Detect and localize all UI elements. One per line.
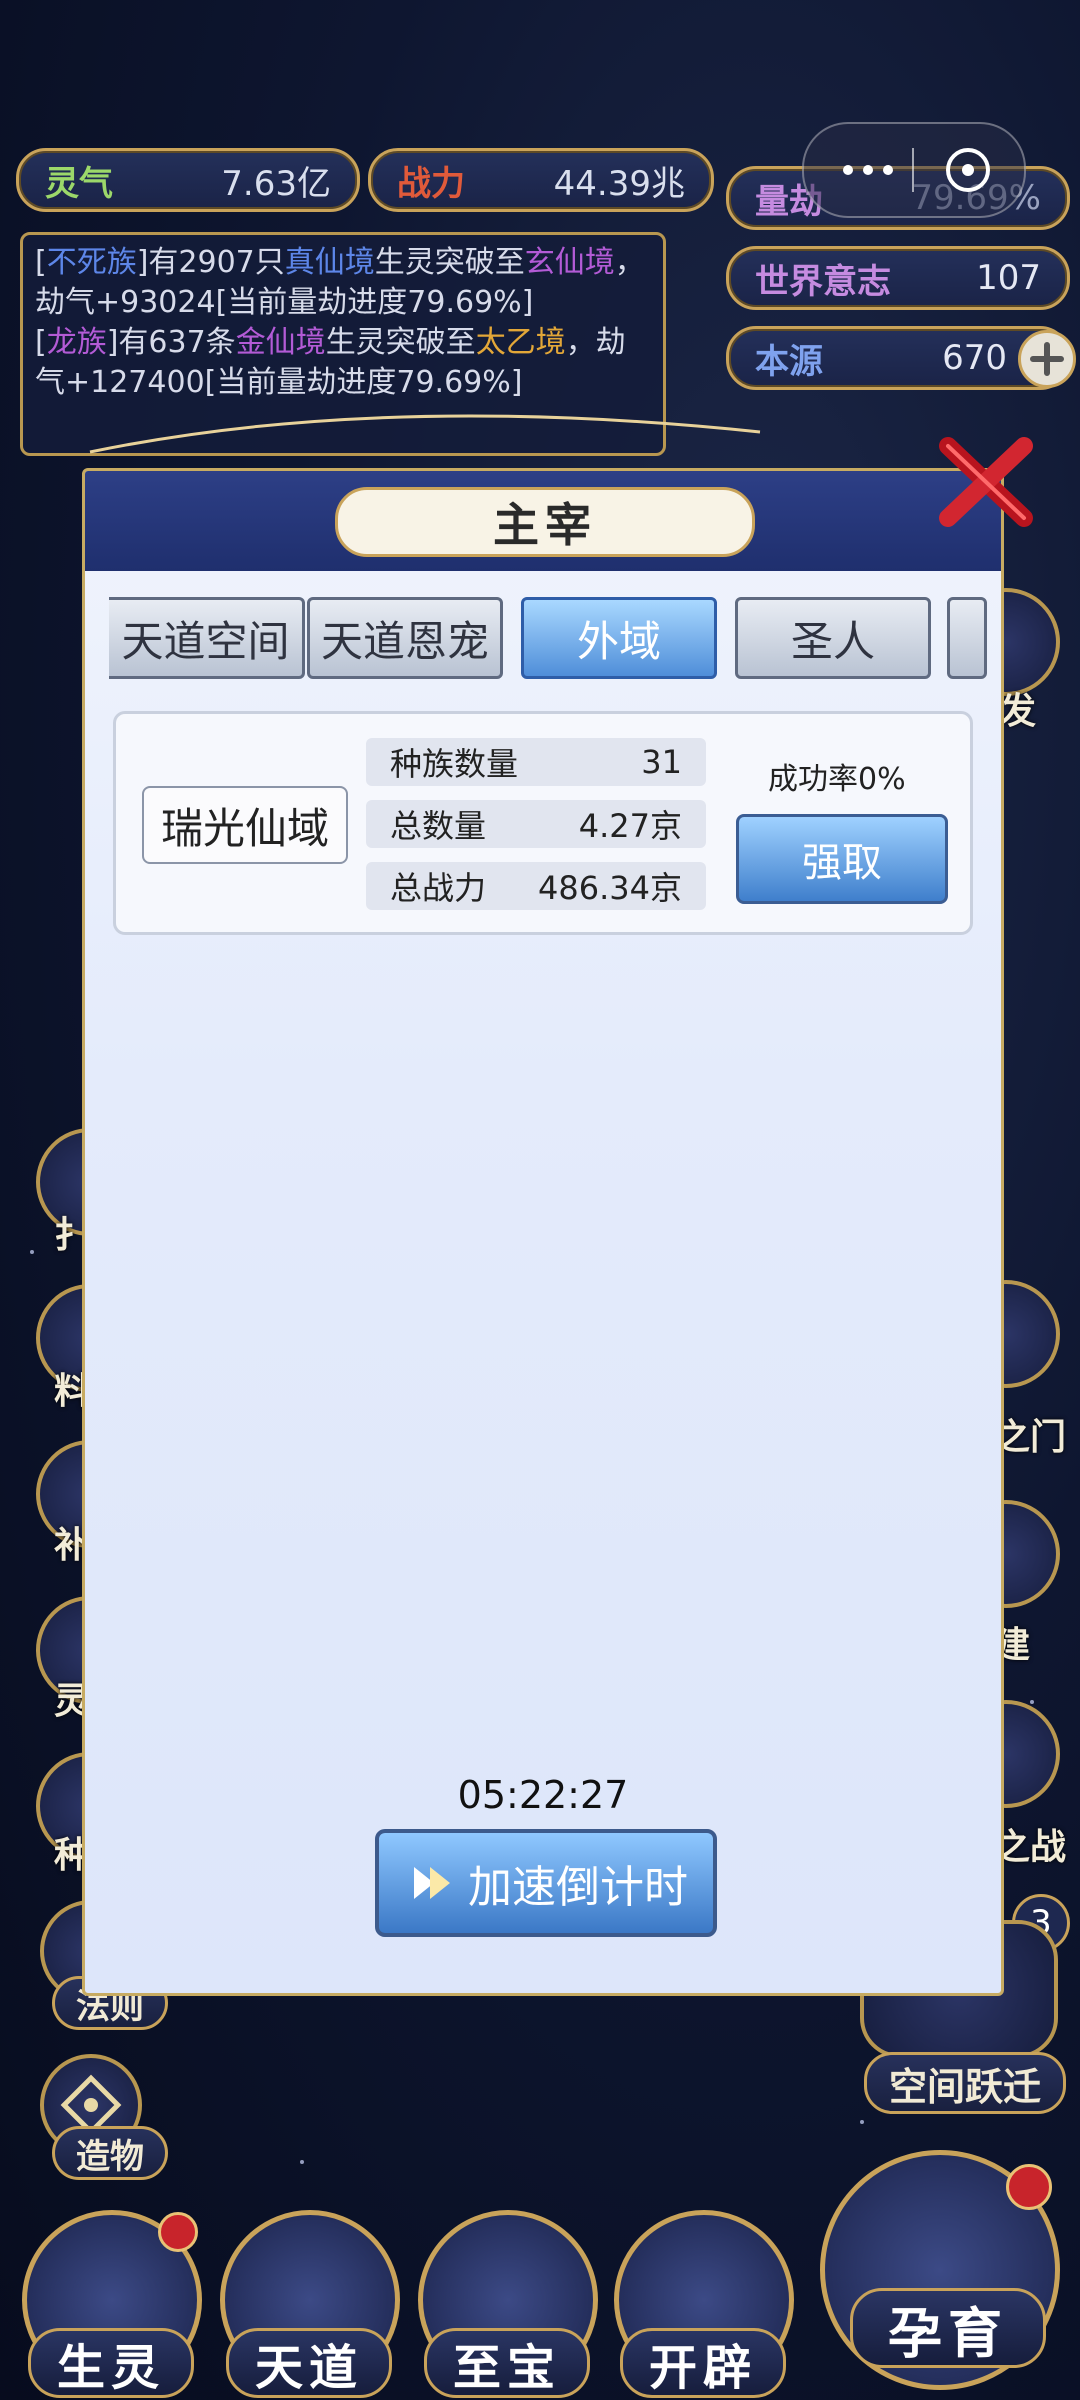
nav-yunyu-dot [1006, 2164, 1052, 2210]
close-miniapp-icon[interactable] [942, 144, 994, 196]
lingqi-bar: 灵气 7.63亿 [16, 148, 360, 212]
speed-up-button[interactable]: 加速倒计时 [375, 1829, 717, 1937]
stat-row-total-power: 总战力 486.34京 [366, 862, 706, 910]
world-will-bar: 世界意志 107 [726, 246, 1070, 310]
world-will-value: 107 [976, 258, 1041, 298]
close-icon [939, 437, 1033, 527]
log-entry-1: [不死族]有2907只真仙境生灵突破至玄仙境，劫气+93024[当前量劫进度79… [35, 245, 645, 320]
origin-value: 670 [942, 338, 1007, 378]
tab-saint[interactable]: 圣人 [735, 597, 931, 679]
tab-tiandao-grace[interactable]: 天道恩宠 [307, 597, 503, 679]
more-icon[interactable] [832, 150, 904, 190]
lingqi-label: 灵气 [45, 163, 113, 204]
region-name: 瑞光仙域 [142, 786, 348, 864]
zhanli-value: 44.39兆 [553, 163, 685, 204]
tab-outer-domain[interactable]: 外域 [521, 597, 717, 679]
miniapp-capsule [802, 122, 1026, 218]
add-origin-button[interactable] [1018, 330, 1076, 388]
lingqi-value: 7.63亿 [221, 163, 331, 204]
creation-label: 造物 [52, 2126, 168, 2180]
capsule-divider [912, 148, 914, 192]
zhanli-label: 战力 [397, 163, 465, 204]
modal-title: 主宰 [335, 487, 755, 557]
nav-shengling-dot [158, 2212, 198, 2252]
right-label-4: 之战 [994, 1827, 1067, 1868]
right-label-2: 之门 [994, 1417, 1067, 1458]
fast-forward-icon [414, 1867, 450, 1899]
zhanli-bar: 战力 44.39兆 [368, 148, 714, 212]
nav-yunyu-label: 孕育 [850, 2288, 1046, 2368]
tab-more[interactable] [947, 597, 987, 679]
domain-card: 瑞光仙域 种族数量 31 总数量 4.27京 总战力 486.34京 成功率0%… [113, 711, 973, 935]
close-modal-button[interactable] [936, 432, 1036, 532]
stat-row-total-count: 总数量 4.27京 [366, 800, 706, 848]
origin-label: 本源 [755, 341, 823, 382]
right-label-1: 发 [1000, 691, 1037, 732]
stat-row-race-count: 种族数量 31 [366, 738, 706, 786]
dominator-modal: 主宰 天道空间 天道恩宠 外域 圣人 瑞光仙域 种族数量 31 总数量 4.27… [82, 468, 1004, 1996]
plus-icon [1030, 342, 1064, 376]
seize-button[interactable]: 强取 [736, 814, 948, 904]
success-rate: 成功率0% [768, 762, 906, 797]
nav-tiandao-label: 天道 [226, 2328, 392, 2398]
log-entry-2: [龙族]有637条金仙境生灵突破至太乙境，劫气+127400[当前量劫进度79.… [35, 325, 626, 400]
speed-up-label: 加速倒计时 [468, 1862, 688, 1913]
decorative-arc [89, 414, 761, 454]
nav-zhibao-label: 至宝 [424, 2328, 590, 2398]
world-will-label: 世界意志 [755, 261, 891, 302]
nav-kaipi-label: 开辟 [620, 2328, 786, 2398]
countdown-timer: 05:22:27 [457, 1773, 629, 1817]
tab-tiandao-space[interactable]: 天道空间 [109, 597, 305, 679]
nav-shengling-label: 生灵 [28, 2328, 194, 2398]
space-jump-label: 空间跃迁 [864, 2052, 1066, 2114]
